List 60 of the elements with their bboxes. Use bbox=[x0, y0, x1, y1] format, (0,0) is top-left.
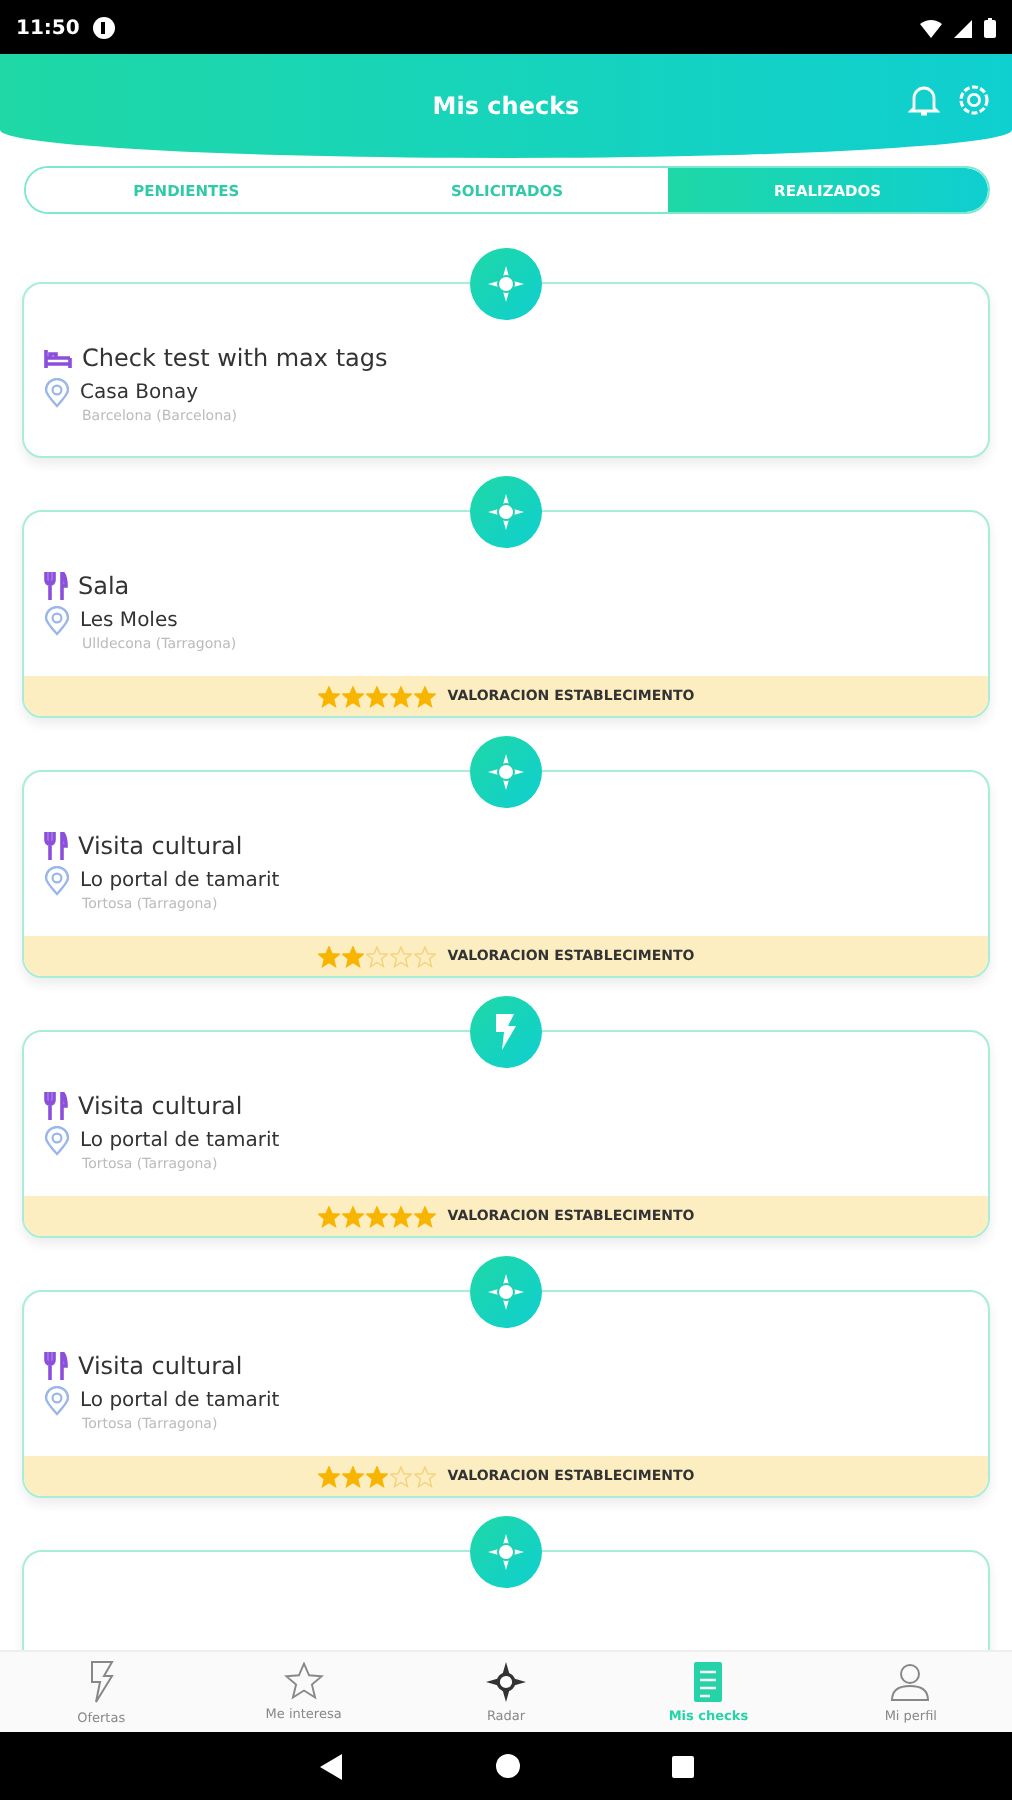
star-icon bbox=[365, 1465, 388, 1487]
star-icon bbox=[341, 945, 364, 967]
battery-icon bbox=[984, 18, 996, 38]
star-icon bbox=[317, 945, 340, 967]
star-icon bbox=[317, 685, 340, 707]
checklist-icon bbox=[694, 1661, 723, 1701]
star-icon bbox=[413, 685, 436, 707]
radar-icon bbox=[488, 1274, 524, 1310]
star-icon bbox=[341, 685, 364, 707]
home-icon[interactable] bbox=[495, 1754, 519, 1778]
place-name: Lo portal de tamarit bbox=[80, 870, 280, 892]
check-title: Visita cultural bbox=[78, 1352, 243, 1380]
star-icon bbox=[389, 1205, 412, 1227]
location-pin-icon bbox=[44, 1386, 70, 1416]
place-name: Les Moles bbox=[80, 610, 178, 632]
cutlery-icon bbox=[44, 572, 68, 600]
star-icon bbox=[365, 685, 388, 707]
star-icon bbox=[365, 945, 388, 967]
check-title: Check test with max tags bbox=[82, 344, 388, 372]
star-icon bbox=[365, 1205, 388, 1227]
app-notification-icon bbox=[91, 16, 116, 40]
star-icon bbox=[341, 1205, 364, 1227]
location-pin-icon bbox=[44, 866, 70, 896]
star-icon bbox=[413, 1205, 436, 1227]
cutlery-icon bbox=[44, 1352, 68, 1380]
radar-icon bbox=[488, 1534, 524, 1570]
place-name: Lo portal de tamarit bbox=[80, 1390, 280, 1412]
back-icon[interactable] bbox=[319, 1753, 343, 1779]
star-icon bbox=[389, 685, 412, 707]
wifi-icon bbox=[920, 19, 942, 37]
screen-title: Mis checks bbox=[432, 92, 580, 120]
star-icon bbox=[317, 1205, 340, 1227]
star-icon bbox=[413, 1465, 436, 1487]
bed-icon bbox=[44, 347, 72, 369]
status-time: 11:50 bbox=[16, 17, 80, 39]
radar-icon bbox=[486, 1661, 526, 1701]
check-title: Sala bbox=[78, 572, 130, 600]
place-name: Lo portal de tamarit bbox=[80, 1130, 280, 1152]
star-icon bbox=[389, 945, 412, 967]
lightning-icon bbox=[494, 1014, 518, 1050]
location-pin-icon bbox=[44, 378, 70, 408]
radar-icon bbox=[488, 266, 524, 302]
cutlery-icon bbox=[44, 1092, 68, 1120]
star-icon bbox=[413, 945, 436, 967]
location-pin-icon bbox=[44, 606, 70, 636]
star-icon bbox=[389, 1465, 412, 1487]
cutlery-icon bbox=[44, 832, 68, 860]
check-title: Visita cultural bbox=[78, 1092, 243, 1120]
star-icon bbox=[283, 1662, 324, 1700]
check-title: Visita cultural bbox=[78, 832, 243, 860]
star-icon bbox=[341, 1465, 364, 1487]
radar-icon bbox=[488, 754, 524, 790]
place-name: Casa Bonay bbox=[80, 382, 198, 404]
user-icon bbox=[890, 1661, 931, 1701]
signal-icon bbox=[954, 19, 972, 37]
star-icon bbox=[317, 1465, 340, 1487]
recents-icon[interactable] bbox=[671, 1755, 693, 1777]
radar-icon bbox=[488, 494, 524, 530]
location-pin-icon bbox=[44, 1126, 70, 1156]
lightning-icon bbox=[87, 1659, 116, 1703]
